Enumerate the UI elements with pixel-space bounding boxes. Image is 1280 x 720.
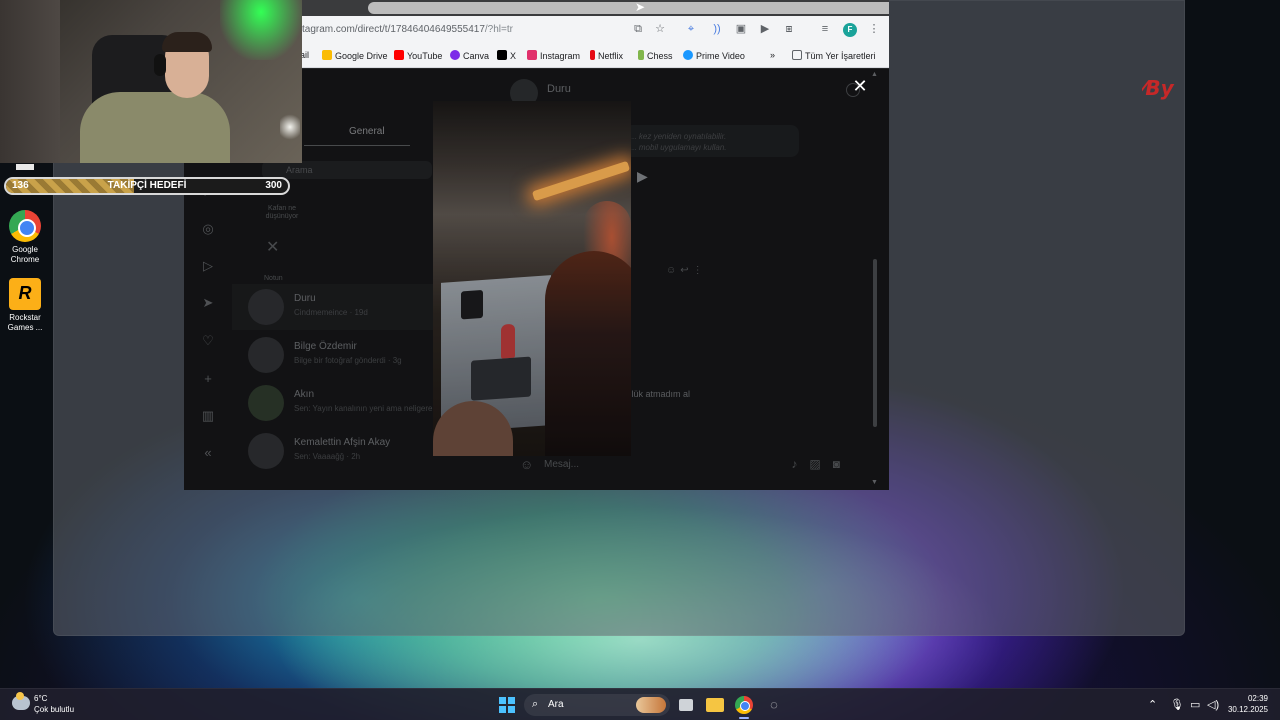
- chrome-icon: [9, 210, 41, 242]
- bookmark-instagram[interactable]: Instagram: [527, 50, 580, 61]
- webcam-overlay: [0, 0, 302, 163]
- play-extension-icon[interactable]: ▶: [758, 22, 772, 36]
- profile-avatar[interactable]: F: [843, 23, 857, 37]
- video-player[interactable]: [433, 101, 631, 456]
- taskbar: 6°C Çok bulutlu ⌕ Ara ◌ ⌃ 🎙 ▭ ◁) 02:39 3…: [0, 688, 1280, 720]
- network-icon[interactable]: ▭: [1190, 698, 1200, 711]
- instagram-icon: [527, 50, 537, 60]
- x-icon: [497, 50, 507, 60]
- url-text[interactable]: tagram.com/direct/t/17846404649555417/?h…: [302, 24, 513, 35]
- bookmark-chess[interactable]: Chess: [638, 50, 673, 61]
- bookmark-star-icon[interactable]: ☆: [653, 22, 667, 36]
- puzzle-icon[interactable]: ⧆: [782, 22, 796, 36]
- follower-goal-bar: 136 TAKİPÇİ HEDEFİ 300: [4, 177, 290, 195]
- desktop-icon-partial[interactable]: [16, 164, 34, 170]
- clock-date[interactable]: 30.12.2025: [1222, 705, 1268, 714]
- chrome-taskbar-icon[interactable]: [735, 696, 753, 714]
- play-icon[interactable]: ▶: [637, 168, 648, 185]
- clock-time[interactable]: 02:39: [1238, 694, 1268, 703]
- bookmark-netflix[interactable]: Netflix: [590, 50, 623, 61]
- webcam-person-body: [80, 92, 230, 163]
- weather-cloud-icon[interactable]: [12, 692, 30, 710]
- weather-description[interactable]: Çok bulutlu: [34, 705, 74, 714]
- netflix-icon: [590, 50, 595, 60]
- follower-goal-label: TAKİPÇİ HEDEFİ: [107, 180, 187, 191]
- task-view-icon[interactable]: [679, 699, 693, 711]
- volume-icon[interactable]: ◁): [1207, 698, 1219, 711]
- window-drag-handle[interactable]: [368, 2, 889, 14]
- bookmark-prime-video[interactable]: Prime Video: [683, 50, 745, 61]
- video-overlay: [433, 101, 631, 456]
- follower-target: 300: [265, 180, 282, 191]
- install-app-icon[interactable]: ⧉: [631, 22, 645, 36]
- mouse-cursor-icon: ➤: [635, 0, 646, 14]
- youtube-icon: [394, 50, 404, 60]
- bookmark-youtube[interactable]: YouTube: [394, 50, 442, 61]
- folder-icon: [792, 50, 802, 60]
- app-taskbar-icon[interactable]: ◌: [765, 696, 783, 714]
- menu-kebab-icon[interactable]: ⋮: [867, 22, 881, 36]
- file-explorer-icon[interactable]: [706, 698, 724, 712]
- start-button[interactable]: [499, 697, 515, 713]
- close-icon[interactable]: ✕: [852, 77, 868, 95]
- bookmarks-overflow-button[interactable]: »: [770, 50, 775, 60]
- bookmark-google-drive[interactable]: Google Drive: [322, 50, 388, 61]
- translate-icon[interactable]: ⌖: [684, 22, 698, 36]
- drive-icon: [322, 50, 332, 60]
- search-label: Ara: [548, 699, 564, 710]
- prime-video-icon: [683, 50, 693, 60]
- chess-icon: [638, 50, 644, 60]
- extension-icon[interactable]: ▣: [734, 22, 748, 36]
- brand-logo: ⁄By: [1142, 76, 1174, 100]
- desktop-icon-chrome[interactable]: Google Chrome: [5, 210, 45, 265]
- rockstar-icon: R: [9, 278, 41, 310]
- weather-temperature[interactable]: 6°C: [34, 694, 47, 703]
- search-icon: ⌕: [532, 698, 539, 710]
- webcam-headset: [154, 54, 166, 76]
- search-highlight-image: [636, 697, 666, 713]
- canva-icon: [450, 50, 460, 60]
- bookmark-x[interactable]: X: [497, 50, 516, 61]
- media-controls-icon[interactable]: ≡: [818, 22, 832, 36]
- all-bookmarks-folder[interactable]: Tüm Yer İşaretleri: [792, 50, 876, 61]
- microphone-icon[interactable]: 🎙: [1170, 698, 1184, 711]
- webcam-person-hair: [162, 32, 212, 52]
- audio-icon[interactable]: )): [710, 22, 724, 36]
- bookmark-canva[interactable]: Canva: [450, 50, 489, 61]
- webcam-green-light: [220, 0, 302, 60]
- desktop-icon-label: Google Chrome: [10, 245, 40, 264]
- desktop-icon-label: Rockstar Games ...: [7, 313, 43, 332]
- tray-overflow-icon[interactable]: ⌃: [1148, 698, 1157, 711]
- webcam-lamp: [280, 112, 300, 142]
- taskbar-search[interactable]: ⌕ Ara: [524, 694, 670, 716]
- active-app-indicator: [739, 717, 749, 719]
- desktop-icon-rockstar[interactable]: R Rockstar Games ...: [5, 278, 45, 333]
- webcam-shelf: [0, 0, 60, 163]
